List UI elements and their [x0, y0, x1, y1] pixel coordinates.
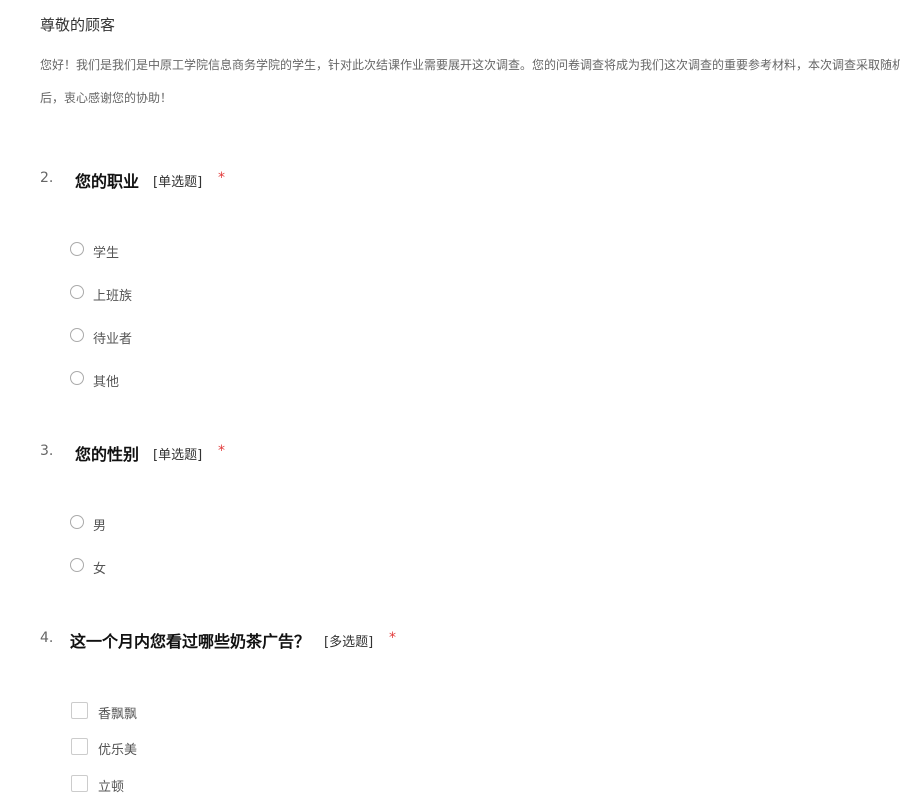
required-asterisk: *	[389, 630, 396, 646]
intro-line-1: 您好！我们是我们是中原工学院信息商务学院的学生，针对此次结课作业需要展开这次调查…	[40, 58, 900, 72]
question-number: 4.	[40, 630, 54, 646]
checkbox[interactable]	[71, 738, 88, 755]
question-header: 3. 您的性别 [单选题] *	[40, 441, 880, 465]
question-gender: 3. 您的性别 [单选题] *	[40, 441, 880, 465]
radio-button[interactable]	[70, 242, 84, 256]
question-type-label: [单选题]	[153, 448, 203, 463]
greeting-title: 尊敬的顾客	[40, 16, 116, 34]
question-title: 您的职业	[75, 172, 140, 191]
intro-text: 您好！我们是我们是中原工学院信息商务学院的学生，针对此次结课作业需要展开这次调查…	[40, 54, 900, 109]
intro-line-2: 后，衷心感谢您的协助！	[40, 91, 173, 105]
radio-button[interactable]	[70, 285, 84, 299]
checkbox[interactable]	[71, 775, 88, 792]
question-occupation: 2. 您的职业 [单选题] *	[40, 168, 880, 192]
question-type-label: [单选题]	[153, 175, 203, 190]
option-label: 香飘飘	[98, 707, 138, 722]
question-title: 您的性别	[75, 445, 140, 464]
required-asterisk: *	[218, 443, 225, 459]
option-label: 学生	[93, 246, 120, 261]
question-milk-tea-ads: 4. 这一个月内您看过哪些奶茶广告？ [多选题] *	[40, 628, 880, 652]
option-label: 女	[93, 562, 107, 577]
option-label: 待业者	[93, 332, 133, 347]
radio-button[interactable]	[70, 558, 84, 572]
required-asterisk: *	[218, 170, 225, 186]
checkbox[interactable]	[71, 702, 88, 719]
question-type-label: [多选题]	[324, 635, 374, 650]
option-label: 其他	[93, 375, 120, 390]
question-header: 2. 您的职业 [单选题] *	[40, 168, 880, 192]
survey-page: 尊敬的顾客 您好！我们是我们是中原工学院信息商务学院的学生，针对此次结课作业需要…	[0, 0, 900, 800]
option-label: 上班族	[93, 289, 133, 304]
question-header: 4. 这一个月内您看过哪些奶茶广告？ [多选题] *	[40, 628, 880, 652]
radio-button[interactable]	[70, 515, 84, 529]
option-label: 优乐美	[98, 743, 138, 758]
option-label: 立顿	[98, 780, 125, 795]
question-title: 这一个月内您看过哪些奶茶广告？	[70, 632, 311, 651]
question-number: 2.	[40, 170, 54, 186]
radio-button[interactable]	[70, 371, 84, 385]
option-label: 男	[93, 519, 107, 534]
radio-button[interactable]	[70, 328, 84, 342]
question-number: 3.	[40, 443, 54, 459]
